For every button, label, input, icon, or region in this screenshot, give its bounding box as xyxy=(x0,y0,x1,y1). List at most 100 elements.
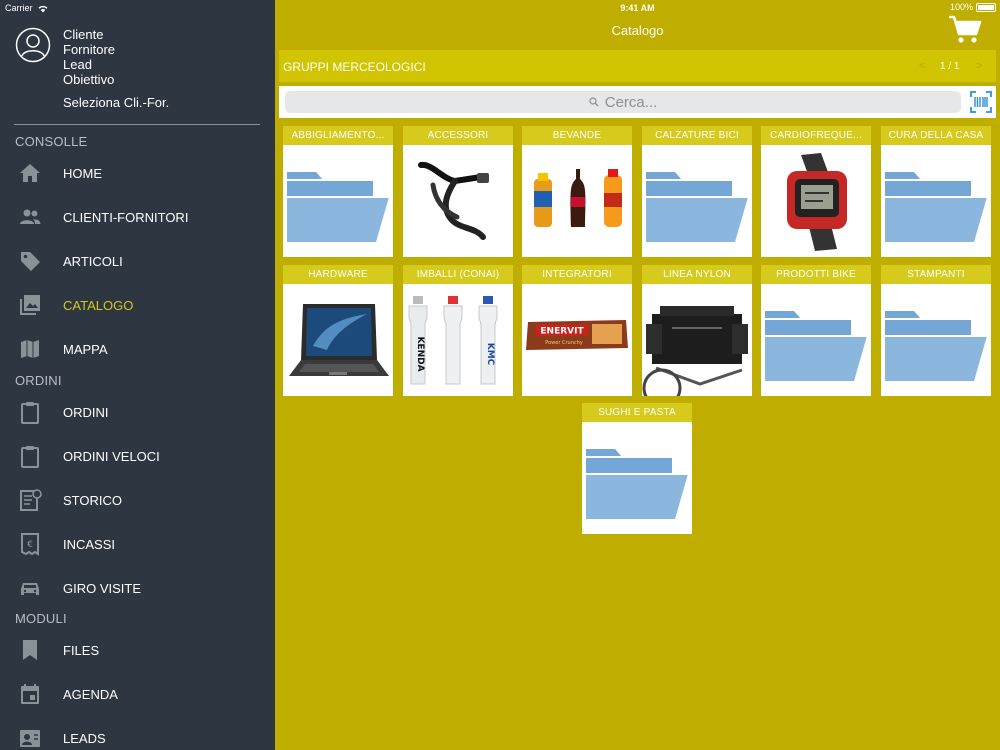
people-icon xyxy=(17,205,43,229)
sidebar-item-storico[interactable]: STORICO xyxy=(0,480,275,520)
catalog-tile[interactable]: BEVANDE xyxy=(522,126,632,257)
select-client-link[interactable]: Seleziona Cli.-For. xyxy=(63,95,169,110)
catalog-tile[interactable]: LINEA NYLON xyxy=(642,265,752,396)
catalog-tile[interactable]: SUGHI E PASTA xyxy=(582,403,692,534)
product-image-handlebar xyxy=(403,145,513,257)
catalog-tile[interactable]: IMBALLI (CONAI) KENDA KMC xyxy=(403,265,513,396)
sidebar-item-files[interactable]: FILES xyxy=(0,630,275,670)
sidebar-item-incassi[interactable]: € INCASSI xyxy=(0,524,275,564)
folder-icon xyxy=(642,145,752,257)
status-time: 9:41 AM xyxy=(620,3,655,13)
sidebar-item-label: LEADS xyxy=(63,730,106,746)
catalog-tile[interactable]: CARDIOFREQUE... xyxy=(761,126,871,257)
product-image-drinks xyxy=(522,145,632,257)
profile-line-lead: Lead xyxy=(63,57,92,72)
sidebar-item-label: GIRO VISITE xyxy=(63,580,142,596)
sidebar-item-articoli[interactable]: ARTICOLI xyxy=(0,241,275,281)
profile-info: Cliente Fornitore Lead Obiettivo xyxy=(63,27,115,87)
sidebar-item-ordini-veloci[interactable]: ORDINI VELOCI xyxy=(0,436,275,476)
sidebar-item-label: AGENDA xyxy=(63,686,118,702)
catalog-tile-label: ABBIGLIAMENTO... xyxy=(283,126,393,145)
svg-text:€: € xyxy=(27,540,33,550)
pager-prev-button[interactable]: < xyxy=(919,60,925,72)
clipboard-fast-icon xyxy=(17,444,43,468)
section-moduli: MODULI xyxy=(15,611,67,626)
bottle-label: KMC xyxy=(485,343,495,366)
sidebar-item-label: CLIENTI-FORNITORI xyxy=(63,209,189,225)
sidebar-item-label: ORDINI VELOCI xyxy=(63,448,160,464)
bar-sub-label: Power Crunchy xyxy=(545,340,583,346)
sidebar-item-label: ARTICOLI xyxy=(63,253,123,269)
status-carrier: Carrier xyxy=(5,3,49,13)
catalog-tile[interactable]: HARDWARE xyxy=(283,265,393,396)
wifi-icon xyxy=(38,5,48,12)
product-image-bag xyxy=(642,284,752,396)
bookmark-icon xyxy=(17,638,43,662)
barcode-scan-icon[interactable] xyxy=(970,91,992,113)
sidebar: Carrier Cliente Fornitore Lead Obiettivo… xyxy=(0,0,275,750)
pager-label: 1 / 1 xyxy=(940,61,960,72)
product-image-laptop xyxy=(283,284,393,396)
sidebar-item-ordini[interactable]: ORDINI xyxy=(0,392,275,432)
groups-header: GRUPPI MERCEOLOGICI < 1 / 1 > xyxy=(279,50,996,82)
gallery-icon xyxy=(17,293,43,317)
main-content: 9:41 AM 100% Catalogo GRUPPI MERCEOLOGIC… xyxy=(275,0,1000,750)
euro-receipt-icon: € xyxy=(17,532,43,556)
sidebar-item-label: ORDINI xyxy=(63,404,109,420)
folder-icon xyxy=(881,145,991,257)
search-input[interactable]: Cerca... xyxy=(285,91,961,113)
catalog-tile[interactable]: ABBIGLIAMENTO... xyxy=(283,126,393,257)
catalog-tile[interactable]: STAMPANTI xyxy=(881,265,991,396)
page-title: Catalogo xyxy=(611,23,664,38)
sidebar-item-label: FILES xyxy=(63,642,100,658)
sidebar-item-agenda[interactable]: AGENDA xyxy=(0,674,275,714)
sidebar-item-giro-visite[interactable]: GIRO VISITE xyxy=(0,568,275,608)
cart-icon[interactable] xyxy=(948,14,982,46)
section-ordini: ORDINI xyxy=(15,373,62,388)
folder-icon xyxy=(283,145,393,257)
sidebar-item-catalogo[interactable]: CATALOGO xyxy=(0,285,275,325)
sidebar-item-label: MAPPA xyxy=(63,341,108,357)
sidebar-item-leads[interactable]: LEADS xyxy=(0,718,275,750)
search-bar: Cerca... xyxy=(279,86,996,118)
catalog-tile[interactable]: CALZATURE BICI xyxy=(642,126,752,257)
catalog-tile-label: CARDIOFREQUE... xyxy=(761,126,871,145)
tag-icon xyxy=(17,249,43,273)
catalog-tile-label: ACCESSORI xyxy=(403,126,513,145)
contact-card-icon xyxy=(17,726,43,750)
catalog-tile-label: LINEA NYLON xyxy=(642,265,752,284)
profile-avatar-icon[interactable] xyxy=(15,27,51,63)
catalog-tile-label: CALZATURE BICI xyxy=(642,126,752,145)
history-icon xyxy=(17,488,43,512)
catalog-tile-label: STAMPANTI xyxy=(881,265,991,284)
folder-icon xyxy=(881,284,991,396)
search-placeholder: Cerca... xyxy=(604,93,658,111)
sidebar-item-home[interactable]: HOME xyxy=(0,153,275,193)
catalog-tile[interactable]: PRODOTTI BIKE xyxy=(761,265,871,396)
sidebar-item-label: STORICO xyxy=(63,492,122,508)
search-icon xyxy=(589,97,599,107)
profile-line-obiettivo: Obiettivo xyxy=(63,72,115,87)
catalog-tile[interactable]: ACCESSORI xyxy=(403,126,513,257)
sidebar-item-label: HOME xyxy=(63,165,102,181)
section-consolle: CONSOLLE xyxy=(15,134,88,149)
sidebar-item-clienti-fornitori[interactable]: CLIENTI-FORNITORI xyxy=(0,197,275,237)
catalog-tile[interactable]: INTEGRATORI ENERVIT Power Crunchy xyxy=(522,265,632,396)
catalog-tile[interactable]: CURA DELLA CASA xyxy=(881,126,991,257)
pager-next-button[interactable]: > xyxy=(976,60,982,72)
clipboard-icon xyxy=(17,400,43,424)
sidebar-divider xyxy=(14,124,260,125)
profile-line-fornitore: Fornitore xyxy=(63,42,116,57)
home-icon xyxy=(17,161,43,185)
battery-icon xyxy=(976,2,996,12)
product-image-watch xyxy=(761,145,871,257)
folder-icon xyxy=(761,284,871,396)
bar-brand-label: ENERVIT xyxy=(540,327,584,337)
product-image-bar: ENERVIT Power Crunchy xyxy=(522,284,632,396)
profile-line-cliente: Cliente xyxy=(63,27,104,42)
sidebar-item-mappa[interactable]: MAPPA xyxy=(0,329,275,369)
map-icon xyxy=(17,337,43,361)
bottle-label: KENDA xyxy=(415,336,425,371)
catalog-tile-label: IMBALLI (CONAI) xyxy=(403,265,513,284)
catalog-tile-label: SUGHI E PASTA xyxy=(582,403,692,422)
